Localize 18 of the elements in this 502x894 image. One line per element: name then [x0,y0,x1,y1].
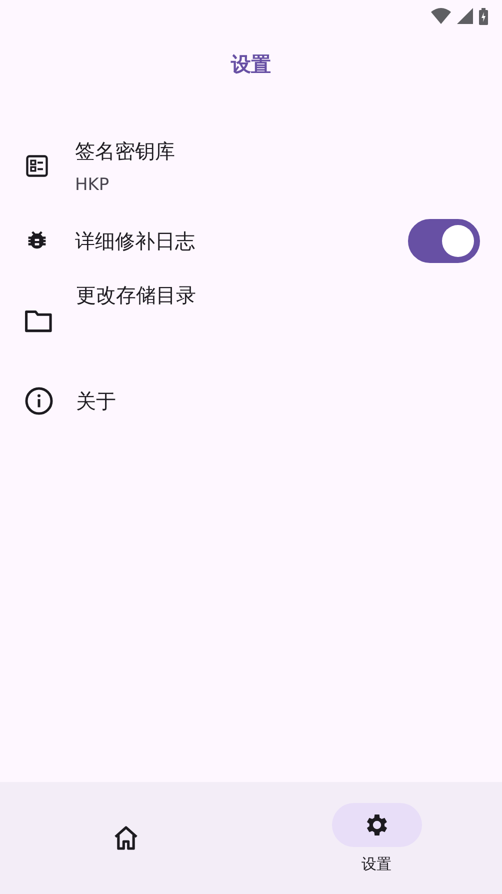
page-title: 设置 [231,50,271,78]
setting-title: 关于 [76,388,117,414]
settings-item[interactable]: 关于 [0,366,502,436]
setting-title: 更改存储目录 [76,282,197,309]
settings-item[interactable]: 更改存储目录 [0,276,502,366]
setting-title: 详细修补日志 [75,228,196,254]
info-icon [24,386,54,416]
setting-title: 签名密钥库 [75,138,176,164]
folder-icon [24,308,54,334]
settings-item[interactable]: 详细修补日志 [0,206,502,276]
battery-icon [479,8,488,24]
wifi-icon [431,8,451,24]
setting-subtitle: HKP [75,174,110,194]
toggle-switch[interactable] [408,219,480,263]
nav-label: 设置 [362,854,392,874]
list-icon [24,153,50,179]
signal-icon [457,8,473,24]
settings-item[interactable]: 签名密钥库 HKP [0,126,502,206]
